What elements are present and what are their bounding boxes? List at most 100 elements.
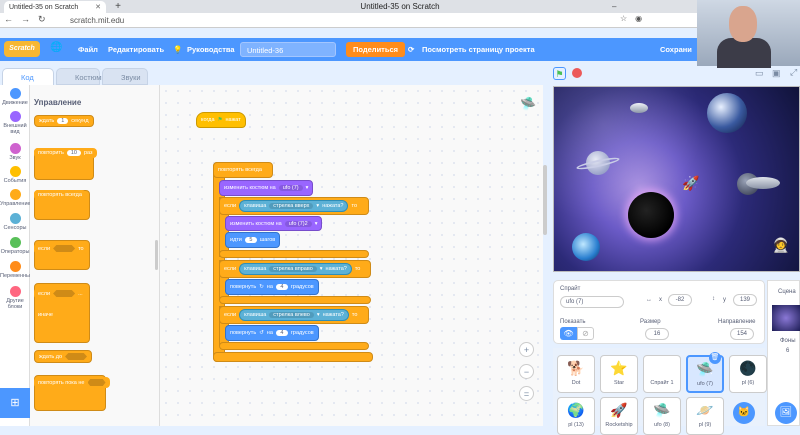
choose-backdrop-icon[interactable]: 🖼 xyxy=(775,402,797,424)
zoom-in-icon[interactable]: + xyxy=(519,342,534,357)
reload-icon[interactable]: ↻ xyxy=(38,14,46,25)
see-project-link[interactable]: Посмотреть страницу проекта xyxy=(422,44,535,56)
script-scrollbar[interactable] xyxy=(543,165,547,235)
move-steps-block[interactable]: идти 5 шагов xyxy=(225,232,281,248)
if-up-block[interactable]: если клавиша стрелка вверх ▾ нажата? то xyxy=(219,197,369,215)
sprite-thumb[interactable]: 🚀 Rocketship xyxy=(600,397,638,435)
show-hidden-icon[interactable]: ⊘ xyxy=(577,327,594,340)
tab-code[interactable]: Код xyxy=(2,68,54,85)
y-arrow-icon: ↕ xyxy=(712,296,715,302)
close-tab-icon[interactable]: ✕ xyxy=(95,3,101,11)
small-stage-icon[interactable]: ▭ xyxy=(755,68,764,79)
palette-wait-until-block[interactable]: ждать до xyxy=(34,350,93,363)
stage-label: Сцена xyxy=(778,289,796,295)
switch-costume-block[interactable]: изменить костюм на ufo (7) ▾ xyxy=(219,180,314,196)
minimize-icon[interactable]: – xyxy=(612,2,616,11)
fullscreen-icon[interactable]: ⤢ xyxy=(790,67,797,78)
sprite-thumb[interactable]: 🛸 ufo (8) xyxy=(643,397,681,435)
add-extension-icon[interactable]: ⊞ xyxy=(0,388,30,418)
when-flag-clicked-block[interactable]: когда ⚑ нажат xyxy=(196,112,246,128)
window-title: Untitled-35 on Scratch xyxy=(360,2,440,11)
sprite-name: ufo (7) xyxy=(697,381,713,387)
show-visible-icon[interactable]: 👁 xyxy=(560,327,577,340)
ufo-small-sprite[interactable] xyxy=(630,103,648,113)
stop-button[interactable] xyxy=(572,68,582,78)
astronaut-sprite[interactable]: 🧑‍🚀 xyxy=(772,237,789,254)
large-stage-icon[interactable]: ▣ xyxy=(772,68,781,79)
planet-earth-sprite[interactable] xyxy=(707,93,747,133)
sprite-thumb[interactable]: Спрайт 1 xyxy=(643,355,681,393)
stage-thumbnail[interactable] xyxy=(772,305,800,331)
category-7[interactable]: Переменные xyxy=(0,261,34,279)
forever-block[interactable]: повторять всегда xyxy=(213,162,273,178)
size-input[interactable]: 16 xyxy=(645,328,669,340)
ufo-sprite[interactable] xyxy=(746,177,780,189)
project-title-input[interactable]: Untitled-36 xyxy=(240,42,336,57)
palette-if-else-label: если... xyxy=(34,288,87,299)
turn-left-block[interactable]: повернуть ↺ на 4 градусов xyxy=(225,325,319,341)
turn-right-icon: ↻ xyxy=(259,284,264,290)
sprite-name: pl (13) xyxy=(568,422,584,428)
zoom-reset-icon[interactable]: = xyxy=(519,386,534,401)
switch-costume-block-2[interactable]: изменить костюм на ufo (7)2 ▾ xyxy=(225,216,323,231)
category-dot-icon xyxy=(9,88,21,99)
direction-input[interactable]: 154 xyxy=(730,328,754,340)
palette-if-label: если то xyxy=(34,243,88,254)
browser-tab[interactable]: Untitled-35 on Scratch ✕ xyxy=(4,1,106,13)
forward-icon[interactable]: → xyxy=(21,14,30,25)
category-0[interactable]: Движение xyxy=(0,88,30,106)
palette-scrollbar[interactable] xyxy=(155,240,158,270)
choose-sprite-icon[interactable]: 🐱 xyxy=(733,402,755,424)
url-field[interactable]: scratch.mit.edu xyxy=(70,15,124,26)
zoom-out-icon[interactable]: − xyxy=(519,364,534,379)
planet-blue-sprite[interactable] xyxy=(572,233,600,261)
if-right-block[interactable]: если клавиша стрелка вправо ▾ нажата? то xyxy=(219,260,371,278)
x-input[interactable]: -82 xyxy=(668,294,692,306)
tab-sounds[interactable]: Звуки xyxy=(102,68,148,85)
scratch-logo[interactable]: Scratch xyxy=(4,41,40,57)
webcam-overlay xyxy=(697,0,800,68)
category-1[interactable]: Внешний вид xyxy=(0,111,30,135)
sprite-thumb[interactable]: 🐕 Dot xyxy=(557,355,595,393)
sprite-thumb[interactable]: 🪐 pl (9) xyxy=(686,397,724,435)
sprite-thumb[interactable]: 🌍 pl (13) xyxy=(557,397,595,435)
category-dot-icon xyxy=(9,213,21,224)
category-2[interactable]: Звук xyxy=(0,143,30,161)
tab-costumes[interactable]: Костюмы xyxy=(56,68,107,85)
menu-file[interactable]: Файл xyxy=(78,44,98,56)
turn-right-block[interactable]: повернуть ↻ на 4 градусов xyxy=(225,279,319,295)
back-icon[interactable]: ← xyxy=(4,14,13,25)
stage-canvas[interactable]: 🚀 🧑‍🚀 xyxy=(553,86,800,272)
category-6[interactable]: Операторы xyxy=(0,237,30,255)
if-left-block[interactable]: если клавиша стрелка влево ▾ нажата? то xyxy=(219,306,369,324)
category-5[interactable]: Сенсоры xyxy=(0,213,30,231)
share-button[interactable]: Поделиться xyxy=(346,42,406,57)
category-label: Операторы xyxy=(0,249,30,255)
new-tab-button[interactable]: + xyxy=(112,1,124,12)
sprite-watermark-icon: 🛸 xyxy=(520,96,537,111)
sprite-thumb[interactable]: 🌑 pl (6) xyxy=(729,355,767,393)
bookmark-star-icon[interactable]: ☆ xyxy=(620,14,627,23)
save-link[interactable]: Сохрани xyxy=(660,44,692,56)
category-3[interactable]: События xyxy=(0,166,30,184)
planet-saturn-sprite[interactable] xyxy=(575,147,621,181)
delete-sprite-icon[interactable]: 🗑 xyxy=(709,352,721,364)
green-flag-button[interactable]: ⚑ xyxy=(553,67,566,80)
palette-wait-block[interactable]: ждать 1 секунд xyxy=(34,115,94,127)
menu-edit[interactable]: Редактировать xyxy=(108,44,164,56)
category-4[interactable]: Управление xyxy=(0,189,31,207)
category-label: Переменные xyxy=(0,273,34,279)
category-label: Другие блоки xyxy=(6,298,24,310)
globe-icon[interactable]: 🌐 xyxy=(50,42,62,54)
category-8[interactable]: Другие блоки xyxy=(0,286,30,310)
sprite-name-input[interactable]: ufo (7) xyxy=(560,296,624,308)
menu-tutorials[interactable]: Руководства xyxy=(187,44,235,56)
sprite-thumb[interactable]: ⭐ Star xyxy=(600,355,638,393)
palette-repeat-until-label: повторять пока не xyxy=(34,377,110,388)
y-input[interactable]: 139 xyxy=(733,294,757,306)
category-label: События xyxy=(3,178,27,184)
black-hole-sprite[interactable] xyxy=(628,192,674,238)
window-controls: – xyxy=(612,0,616,13)
rocketship-sprite[interactable]: 🚀 xyxy=(682,175,699,192)
extension-icon[interactable]: ◉ xyxy=(635,14,642,23)
